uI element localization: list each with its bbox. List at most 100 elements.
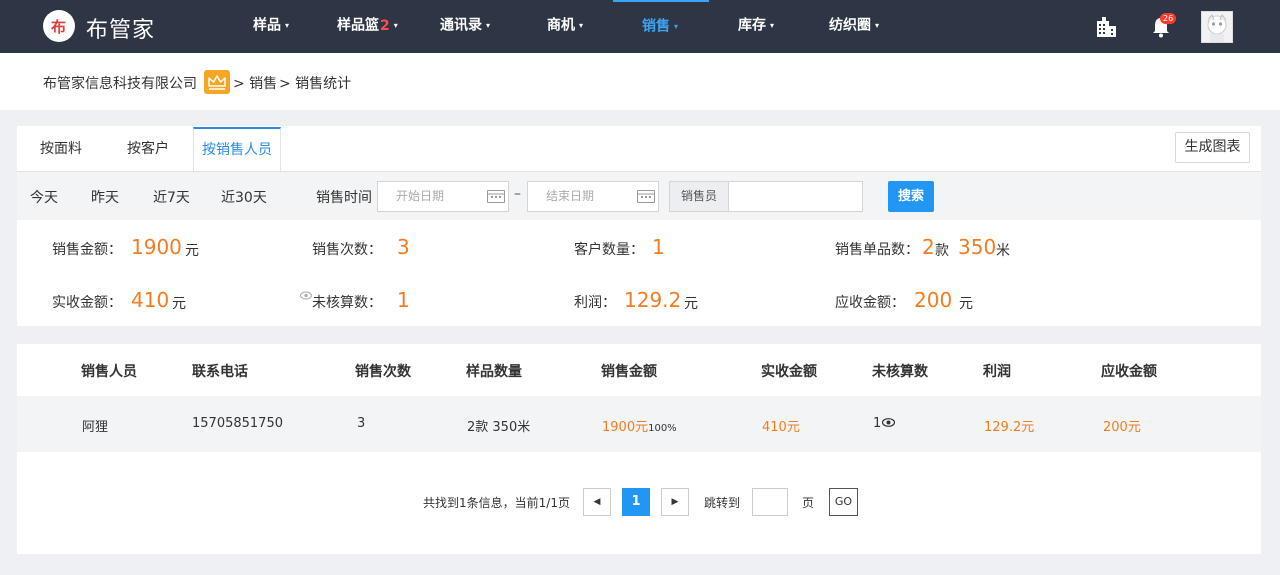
page-number-current[interactable]: 1 [622,488,650,516]
nav-label: 商机 [547,17,575,34]
range-last-7-days[interactable]: 近7天 [153,187,190,207]
customer-count-label: 客户数量： [574,242,644,258]
end-date-placeholder: 结束日期 [546,189,595,203]
crown-icon [204,70,230,94]
sales-time-label: 销售时间 [316,190,372,206]
nav-label: 样品 [253,17,281,34]
calendar-icon[interactable] [487,190,505,203]
item-count-label: 销售单品数： [835,242,919,258]
item-count-styles: 2 [922,235,935,259]
prev-page-button[interactable]: ◀ [583,488,611,516]
nav-label: 纺织圈 [829,17,871,34]
tab-by-salesperson[interactable]: 按销售人员 [193,127,281,171]
profit-value: 129.2 [624,288,682,312]
unchecked-label: 未核算数： [312,295,382,311]
cell-phone: 15705851750 [192,416,283,431]
page-suffix-label: 页 [802,496,815,510]
column-header: 未核算数 [872,364,928,380]
avatar[interactable] [1201,11,1233,43]
column-header: 样品数量 [466,364,522,380]
cell-sales-amount-value: 1900元 [602,420,649,435]
sales-count-value: 3 [397,235,410,259]
sales-amount-label: 销售金额： [52,242,122,258]
cell-received: 410元 [762,420,800,435]
nav-opportunities[interactable]: 商机 ▾ [547,0,583,53]
salesperson-label: 销售员 [670,182,729,211]
receivable-unit: 元 [959,296,973,312]
breadcrumb-company[interactable]: 布管家信息科技有限公司 [43,73,197,93]
salesperson-filter: 销售员 [669,181,863,212]
avatar-image [1207,14,1227,42]
customer-count-value: 1 [652,235,665,259]
jump-to-label: 跳转到 [704,496,741,510]
profit-unit: 元 [684,296,698,312]
column-header: 实收金额 [761,364,817,380]
nav-label: 库存 [738,17,766,34]
chevron-down-icon: ▾ [674,22,679,31]
date-range-separator: – [514,186,521,202]
chevron-down-icon: ▾ [393,21,398,30]
nav-textile-circle[interactable]: 纺织圈 ▾ [829,0,879,53]
search-button[interactable]: 搜索 [888,181,934,212]
go-button[interactable]: GO [829,488,858,516]
tab-by-customer[interactable]: 按客户 [112,127,184,171]
building-icon[interactable] [1095,15,1117,39]
profit-label: 利润： [574,295,616,311]
received-unit: 元 [172,296,186,312]
item-count-meters: 350 [958,235,997,259]
cell-sales-amount: 1900元100% [602,416,677,435]
nav-samples[interactable]: 样品 ▾ [253,0,289,53]
sales-amount-unit: 元 [185,243,199,259]
range-today[interactable]: 今天 [30,187,58,207]
receivable-label: 应收金额： [835,295,905,311]
logo[interactable]: 布 [43,10,75,42]
received-label: 实收金额： [52,295,122,311]
start-date-placeholder: 开始日期 [396,189,445,203]
chevron-down-icon: ▾ [285,21,290,30]
receivable-value: 200 [914,288,953,312]
nav-contacts[interactable]: 通讯录 ▾ [440,0,490,53]
column-header: 联系电话 [192,364,248,380]
sales-count-label: 销售次数： [312,242,382,258]
generate-chart-button[interactable]: 生成图表 [1175,132,1250,163]
cell-sales-count: 3 [357,416,366,431]
range-last-30-days[interactable]: 近30天 [221,187,267,207]
page-jump-input[interactable] [752,488,788,516]
eye-icon[interactable] [882,418,895,427]
cell-profit: 129.2元 [984,420,1035,435]
nav-label: 通讯录 [440,17,482,34]
crown-icon-glyph [208,75,226,90]
chevron-down-icon: ▾ [875,21,880,30]
logo-mark: 布 [51,18,67,36]
chevron-down-icon: ▾ [486,21,491,30]
nav-sales[interactable]: 销售 ▾ [613,0,709,53]
column-header: 应收金额 [1101,364,1157,380]
unchecked-value: 1 [397,288,410,312]
nav-inventory[interactable]: 库存 ▾ [738,0,774,53]
sales-amount-value: 1900 [131,235,182,259]
calendar-icon[interactable] [637,190,655,203]
cell-unchecked: 1 [873,416,881,431]
next-page-button[interactable]: ▶ [661,488,689,516]
tab-by-fabric[interactable]: 按面料 [25,127,97,171]
notification-badge: 26 [1160,13,1177,24]
item-count-styles-unit: 款 [935,243,949,259]
nav-sample-basket[interactable]: 样品篮2 ▾ [337,0,398,53]
breadcrumb-sales-stats: > 销售统计 [279,76,352,92]
received-value: 410 [131,288,170,312]
cell-sales-amount-percent: 100% [648,423,677,434]
range-yesterday[interactable]: 昨天 [91,187,119,207]
column-header: 销售人员 [81,364,137,380]
calendar-icon-glyph [638,193,654,198]
breadcrumb-sales[interactable]: > 销售 [233,73,277,93]
basket-count: 2 [380,17,390,34]
brand-name[interactable]: 布管家 [86,12,155,44]
cell-unchecked-value: 1 [873,416,882,431]
chevron-down-icon: ▾ [579,21,584,30]
calendar-icon-glyph [488,193,504,198]
chevron-down-icon: ▾ [770,21,775,30]
column-header: 销售金额 [601,364,657,380]
pager-summary: 共找到1条信息，当前1/1页 [423,496,570,510]
nav-label: 样品篮 [337,17,379,34]
eye-icon[interactable] [300,291,312,300]
